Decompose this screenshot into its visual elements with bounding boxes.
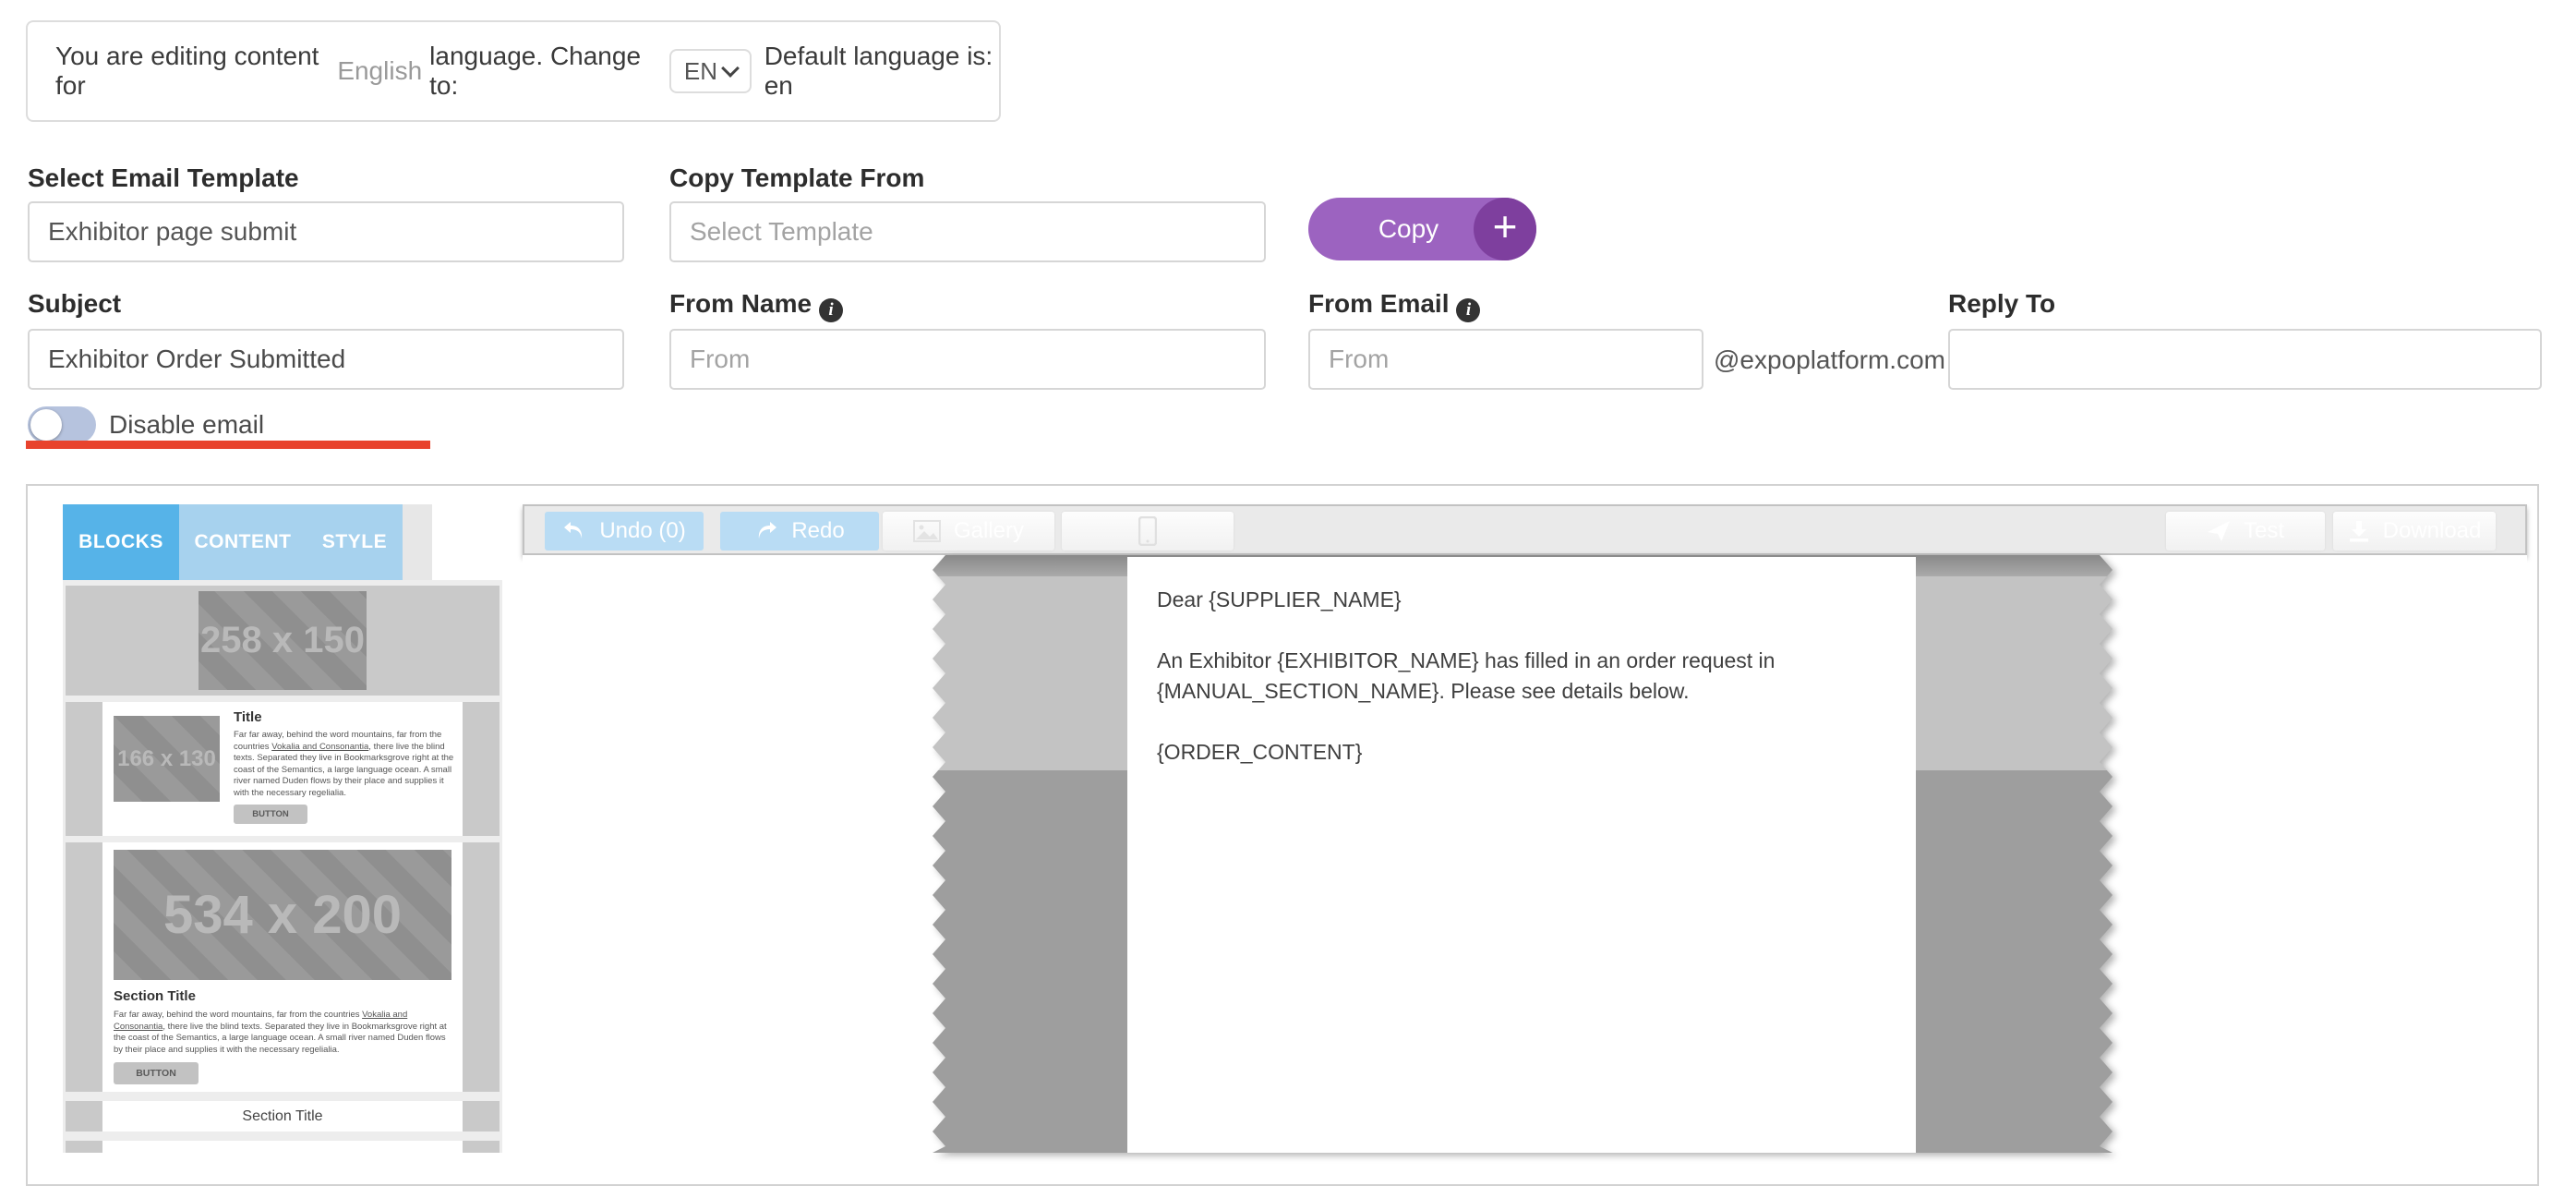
download-button[interactable]: Download [2333,512,2496,551]
disable-email-label: Disable email [109,410,264,440]
block-title: Section Title [114,988,455,1004]
email-template-body[interactable]: Dear {SUPPLIER_NAME} An Exhibitor {EXHIB… [933,555,2113,1153]
block-card: 166 x 130 Title Far far away, behind the… [102,702,463,836]
copy-button[interactable]: Copy + [1308,198,1536,260]
redo-icon [754,521,778,541]
from-name-input[interactable] [669,329,1266,390]
block-rail [463,842,500,1092]
image-placeholder: 534 x 200 [114,850,451,980]
email-content-block[interactable]: Dear {SUPPLIER_NAME} An Exhibitor {EXHIB… [1127,557,1916,1153]
block-title: Section Title [242,1108,322,1125]
block-button: BUTTON [114,1062,199,1084]
editor-sidebar: BLOCKS CONTENT STYLE 258 x 150 166 x 130… [63,504,502,1153]
block-text: Far far away, behind the word mountains,… [114,1010,455,1056]
block-thumb-section-title[interactable]: Section Title [66,1101,500,1132]
send-icon [2207,520,2231,542]
image-placeholder: 166 x 130 [114,716,220,802]
email-template: Dear {SUPPLIER_NAME} An Exhibitor {EXHIB… [933,555,2113,1153]
mobile-phone-icon [1138,516,1157,546]
blocks-list: 258 x 150 166 x 130 Title Far far away, … [63,580,502,1153]
plus-icon: + [1474,198,1536,260]
block-rail [463,702,500,836]
banner-text-middle: language. Change to: [429,42,649,101]
select-email-template-label: Select Email Template [28,163,299,193]
email-line-body: An Exhibitor {EXHIBITOR_NAME} has filled… [1157,646,1916,707]
block-text: Far far away, behind the word mountains,… [234,730,455,799]
tab-blocks[interactable]: BLOCKS [63,504,179,580]
block-rail [66,1101,102,1132]
block-thumb-image-text[interactable]: 166 x 130 Title Far far away, behind the… [66,702,500,836]
editor-toolbar: Undo (0) Redo Gallery Test Download [523,504,2527,555]
from-name-label: From Namei [669,289,843,322]
block-thumb-partial[interactable] [66,1141,500,1153]
banner-language: English [337,56,422,86]
toggle-knob [30,409,62,441]
undo-button[interactable]: Undo (0) [545,512,704,551]
block-text-link: Vokalia and Consonantia [271,742,368,752]
from-email-input[interactable] [1308,329,1703,390]
subject-label: Subject [28,289,121,319]
red-underline-annotation [26,441,430,449]
block-rail [66,1141,102,1153]
from-email-domain-suffix: @expoplatform.com [1714,345,1945,375]
block-card [102,1141,463,1153]
block-thumb-section[interactable]: 534 x 200 Section Title Far far away, be… [66,842,500,1092]
language-banner: You are editing content for English lang… [26,20,1001,122]
gallery-icon [913,520,941,542]
block-card: 534 x 200 Section Title Far far away, be… [102,842,463,1092]
block-rail [463,1101,500,1132]
from-email-label: From Emaili [1308,289,1480,322]
block-title: Title [234,709,455,725]
tab-style[interactable]: STYLE [307,504,403,580]
reply-to-label: Reply To [1948,289,2055,319]
subject-input[interactable] [28,329,624,390]
tab-content[interactable]: CONTENT [179,504,307,580]
info-icon[interactable]: i [819,298,843,322]
info-icon[interactable]: i [1456,298,1480,322]
image-placeholder: 258 x 150 [199,591,367,690]
chevron-down-icon [721,59,740,78]
test-button[interactable]: Test [2166,512,2325,551]
language-select[interactable]: EN [669,49,752,93]
sidebar-tabstrip: BLOCKS CONTENT STYLE [63,504,432,580]
disable-email-toggle[interactable] [28,406,96,443]
reply-to-input[interactable] [1948,329,2542,390]
email-line-greeting: Dear {SUPPLIER_NAME} [1157,585,1916,615]
copy-template-from-label: Copy Template From [669,163,924,193]
block-rail [66,702,102,836]
block-button: BUTTON [234,805,307,824]
select-email-template-input[interactable] [28,201,624,262]
copy-template-from-input[interactable] [669,201,1266,262]
gallery-button[interactable]: Gallery [883,512,1054,551]
email-line-placeholder: {ORDER_CONTENT} [1157,737,1916,768]
email-canvas[interactable]: Dear {SUPPLIER_NAME} An Exhibitor {EXHIB… [523,555,2527,1153]
block-rail [66,842,102,1092]
download-icon [2348,520,2370,542]
block-card: Section Title [102,1101,463,1132]
mobile-preview-button[interactable] [1062,512,1234,551]
redo-button[interactable]: Redo [720,512,879,551]
language-select-value: EN [684,57,717,86]
banner-text-prefix: You are editing content for [55,42,322,101]
copy-button-label: Copy [1378,214,1438,244]
block-thumb-image[interactable]: 258 x 150 [66,586,500,696]
undo-icon [562,521,586,541]
block-rail [463,1141,500,1153]
banner-default-language: Default language is: en [764,42,999,101]
